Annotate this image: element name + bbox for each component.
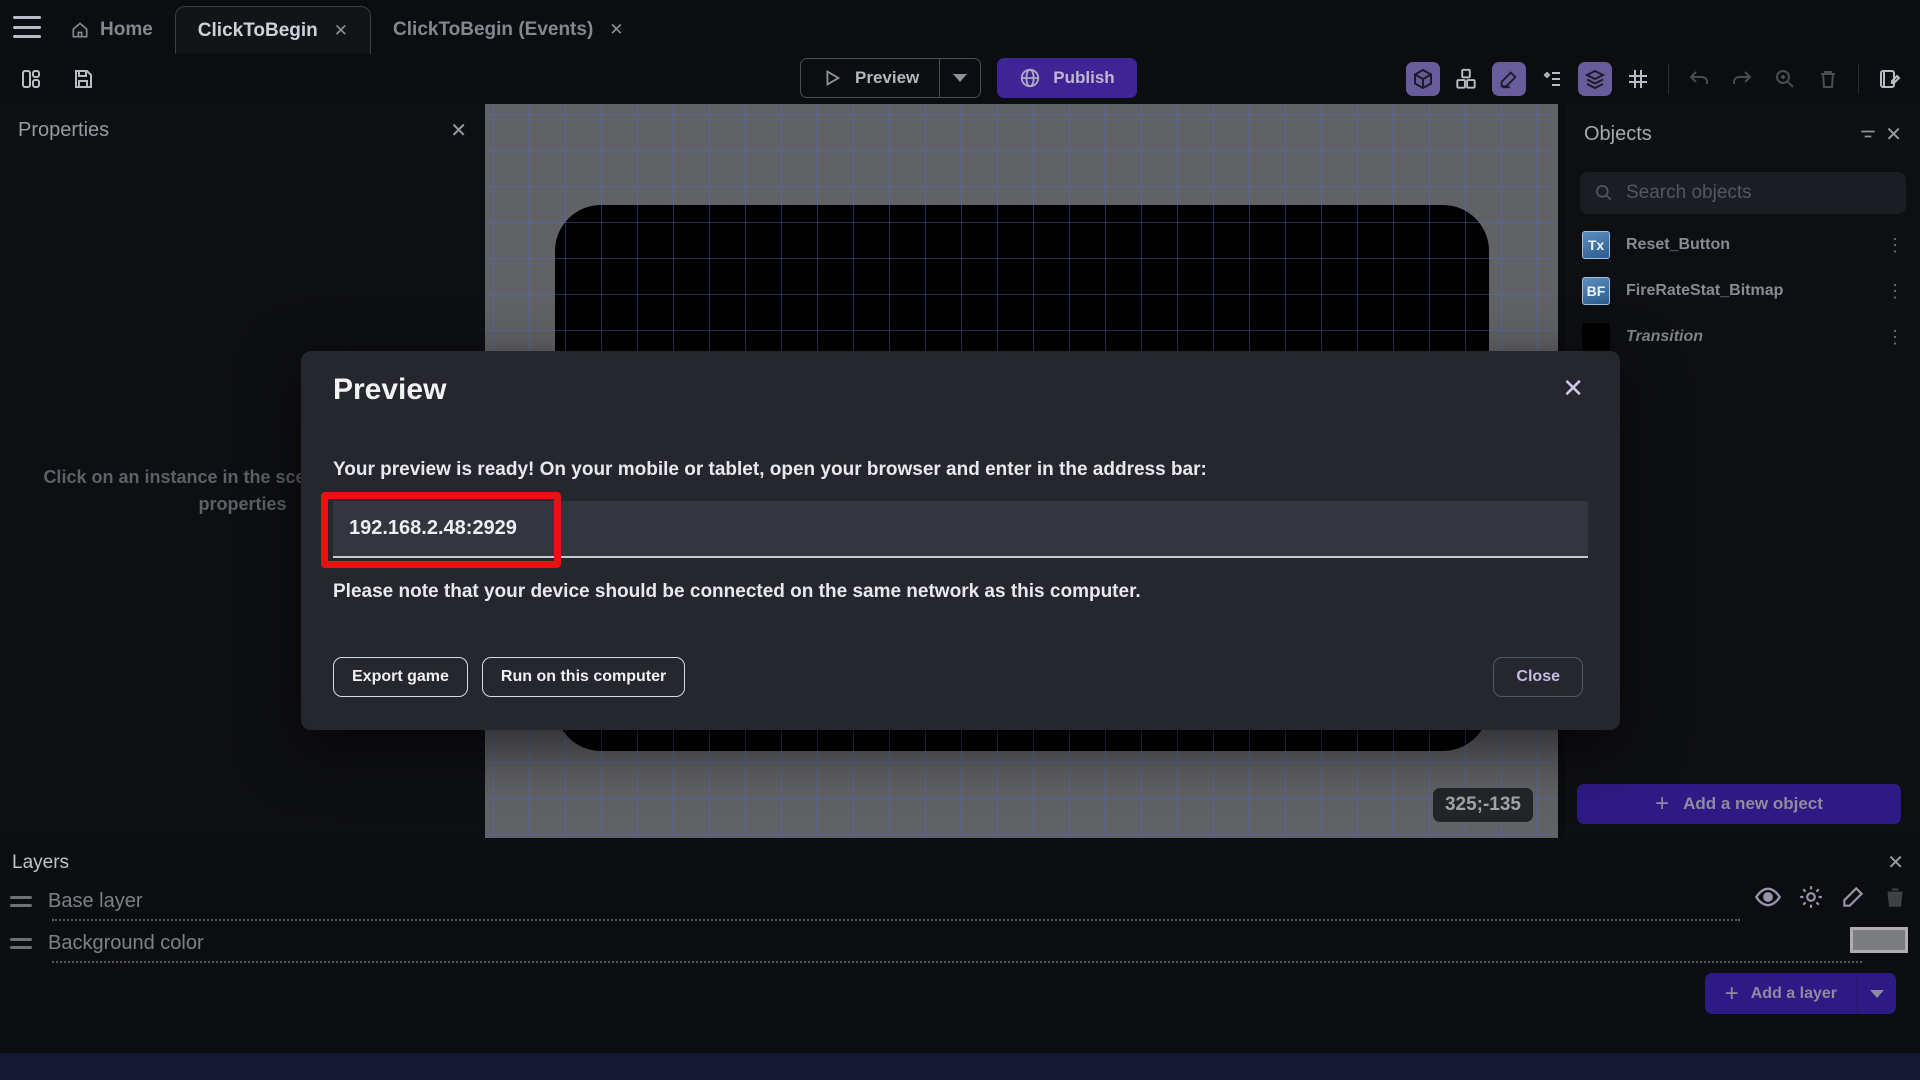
instances-list-icon[interactable] <box>1535 62 1569 96</box>
preview-label: Preview <box>855 68 920 87</box>
chevron-down-icon <box>953 74 968 82</box>
preview-dialog: Preview ✕ Your preview is ready! On your… <box>301 351 1620 730</box>
kebab-menu-icon[interactable]: ⋮ <box>1886 281 1904 302</box>
object-name: Reset_Button <box>1626 236 1731 253</box>
close-icon[interactable]: ✕ <box>1887 850 1904 875</box>
objects-search[interactable] <box>1580 172 1906 214</box>
dialog-note: Please note that your device should be c… <box>333 581 1141 602</box>
toolbar-divider <box>1858 64 1859 94</box>
drag-handle-icon[interactable] <box>10 895 32 907</box>
toolbar-left <box>14 62 100 96</box>
publish-label: Publish <box>1053 68 1115 87</box>
layer-row-base[interactable]: Base layer <box>10 881 1920 921</box>
close-button[interactable]: Close <box>1493 657 1583 697</box>
grid-icon[interactable] <box>1621 62 1655 96</box>
sprite-object-icon <box>1582 323 1610 351</box>
object-item-reset-button[interactable]: Tx Reset_Button ⋮ <box>1566 222 1920 268</box>
tabs: Home ClickToBegin ✕ ClickToBegin (Events… <box>48 6 646 54</box>
zoom-in-icon[interactable] <box>1768 62 1802 96</box>
toolbar-right <box>1406 62 1906 96</box>
gdevelop-app: Home ClickToBegin ✕ ClickToBegin (Events… <box>0 0 1920 1080</box>
properties-title: Properties <box>18 119 110 141</box>
run-on-this-computer-button[interactable]: Run on this computer <box>481 657 686 697</box>
tab-home[interactable]: Home <box>48 6 175 54</box>
close-icon[interactable]: ✕ <box>450 118 467 143</box>
dialog-title: Preview <box>333 373 447 406</box>
background-color-swatch[interactable] <box>1850 927 1908 953</box>
tab-events[interactable]: ClickToBegin (Events) ✕ <box>371 6 645 54</box>
bottom-bar <box>0 1053 1920 1080</box>
export-game-button[interactable]: Export game <box>333 657 468 697</box>
objects-title: Objects <box>1584 122 1652 145</box>
toolbar-divider <box>1668 64 1669 94</box>
object-name: FireRateStat_Bitmap <box>1626 282 1784 299</box>
toolbar-center: Preview Publish <box>800 58 1137 98</box>
kebab-menu-icon[interactable]: ⋮ <box>1886 235 1904 256</box>
drag-handle-icon[interactable] <box>10 937 32 949</box>
layers-panel: Layers ✕ Base layer Background color + A… <box>0 838 1920 1053</box>
layer-row-background[interactable]: Background color <box>10 923 1920 963</box>
play-icon <box>821 67 843 89</box>
bitmap-font-object-icon: BF <box>1582 277 1610 305</box>
object-item-fireratestat-bitmap[interactable]: BF FireRateStat_Bitmap ⋮ <box>1566 268 1920 314</box>
add-new-object-button[interactable]: + Add a new object <box>1577 784 1901 824</box>
add-layer-button[interactable]: + Add a layer <box>1704 973 1896 1014</box>
visibility-eye-icon[interactable] <box>1754 883 1782 911</box>
text-object-icon: Tx <box>1582 231 1610 259</box>
object-item-transition[interactable]: Transition ⋮ <box>1566 314 1920 360</box>
home-icon <box>70 20 90 40</box>
add-layer-label: Add a layer <box>1750 984 1837 1002</box>
edit-scene-properties-icon[interactable] <box>1872 62 1906 96</box>
close-icon[interactable]: ✕ <box>1885 122 1902 147</box>
objects-icon[interactable] <box>1449 62 1483 96</box>
search-icon <box>1594 183 1614 203</box>
close-icon[interactable]: ✕ <box>1562 375 1584 401</box>
dialog-message: Your preview is ready! On your mobile or… <box>333 459 1207 480</box>
menu-icon[interactable] <box>13 16 41 38</box>
tab-home-label: Home <box>100 19 153 40</box>
edit-icon[interactable] <box>1492 62 1526 96</box>
cursor-coordinates: 325;-135 <box>1432 788 1533 822</box>
tab-scene-label: ClickToBegin <box>197 19 318 41</box>
layer-divider <box>52 919 1740 921</box>
preview-address-value: 192.168.2.48:2929 <box>349 517 517 539</box>
close-icon[interactable]: ✕ <box>609 20 623 40</box>
close-icon[interactable]: ✕ <box>334 21 348 41</box>
effects-sun-icon[interactable] <box>1798 884 1824 910</box>
preview-address-field[interactable]: 192.168.2.48:2929 <box>333 501 1588 558</box>
publish-button[interactable]: Publish <box>997 58 1137 98</box>
globe-icon <box>1019 67 1041 89</box>
search-input[interactable] <box>1626 182 1892 204</box>
chevron-down-icon <box>1870 989 1884 998</box>
layers-title: Layers <box>12 851 70 873</box>
layers-icon[interactable] <box>1578 62 1612 96</box>
delete-trash-icon[interactable] <box>1882 884 1908 910</box>
preview-button[interactable]: Preview <box>801 59 939 97</box>
save-icon[interactable] <box>66 62 100 96</box>
toolbar: Preview Publish <box>0 54 1920 104</box>
trash-icon[interactable] <box>1811 62 1845 96</box>
object-name: Transition <box>1626 328 1704 345</box>
add-object-label: Add a new object <box>1683 794 1823 813</box>
undo-icon[interactable] <box>1682 62 1716 96</box>
panels-layout-icon[interactable] <box>14 62 48 96</box>
filter-icon[interactable] <box>1851 117 1885 151</box>
preview-options-button[interactable] <box>939 59 980 97</box>
kebab-menu-icon[interactable]: ⋮ <box>1886 327 1904 348</box>
add-layer-options-button[interactable] <box>1857 973 1896 1014</box>
3d-view-icon[interactable] <box>1406 62 1440 96</box>
layer-name: Base layer <box>48 889 143 912</box>
preview-split-button: Preview <box>800 58 982 98</box>
edit-pencil-icon[interactable] <box>1840 884 1866 910</box>
layer-name: Background color <box>48 931 204 954</box>
tab-bar: Home ClickToBegin ✕ ClickToBegin (Events… <box>0 0 1920 54</box>
tab-scene[interactable]: ClickToBegin ✕ <box>174 6 372 54</box>
redo-icon[interactable] <box>1725 62 1759 96</box>
tab-events-label: ClickToBegin (Events) <box>393 19 594 40</box>
layer-divider <box>52 961 1862 963</box>
